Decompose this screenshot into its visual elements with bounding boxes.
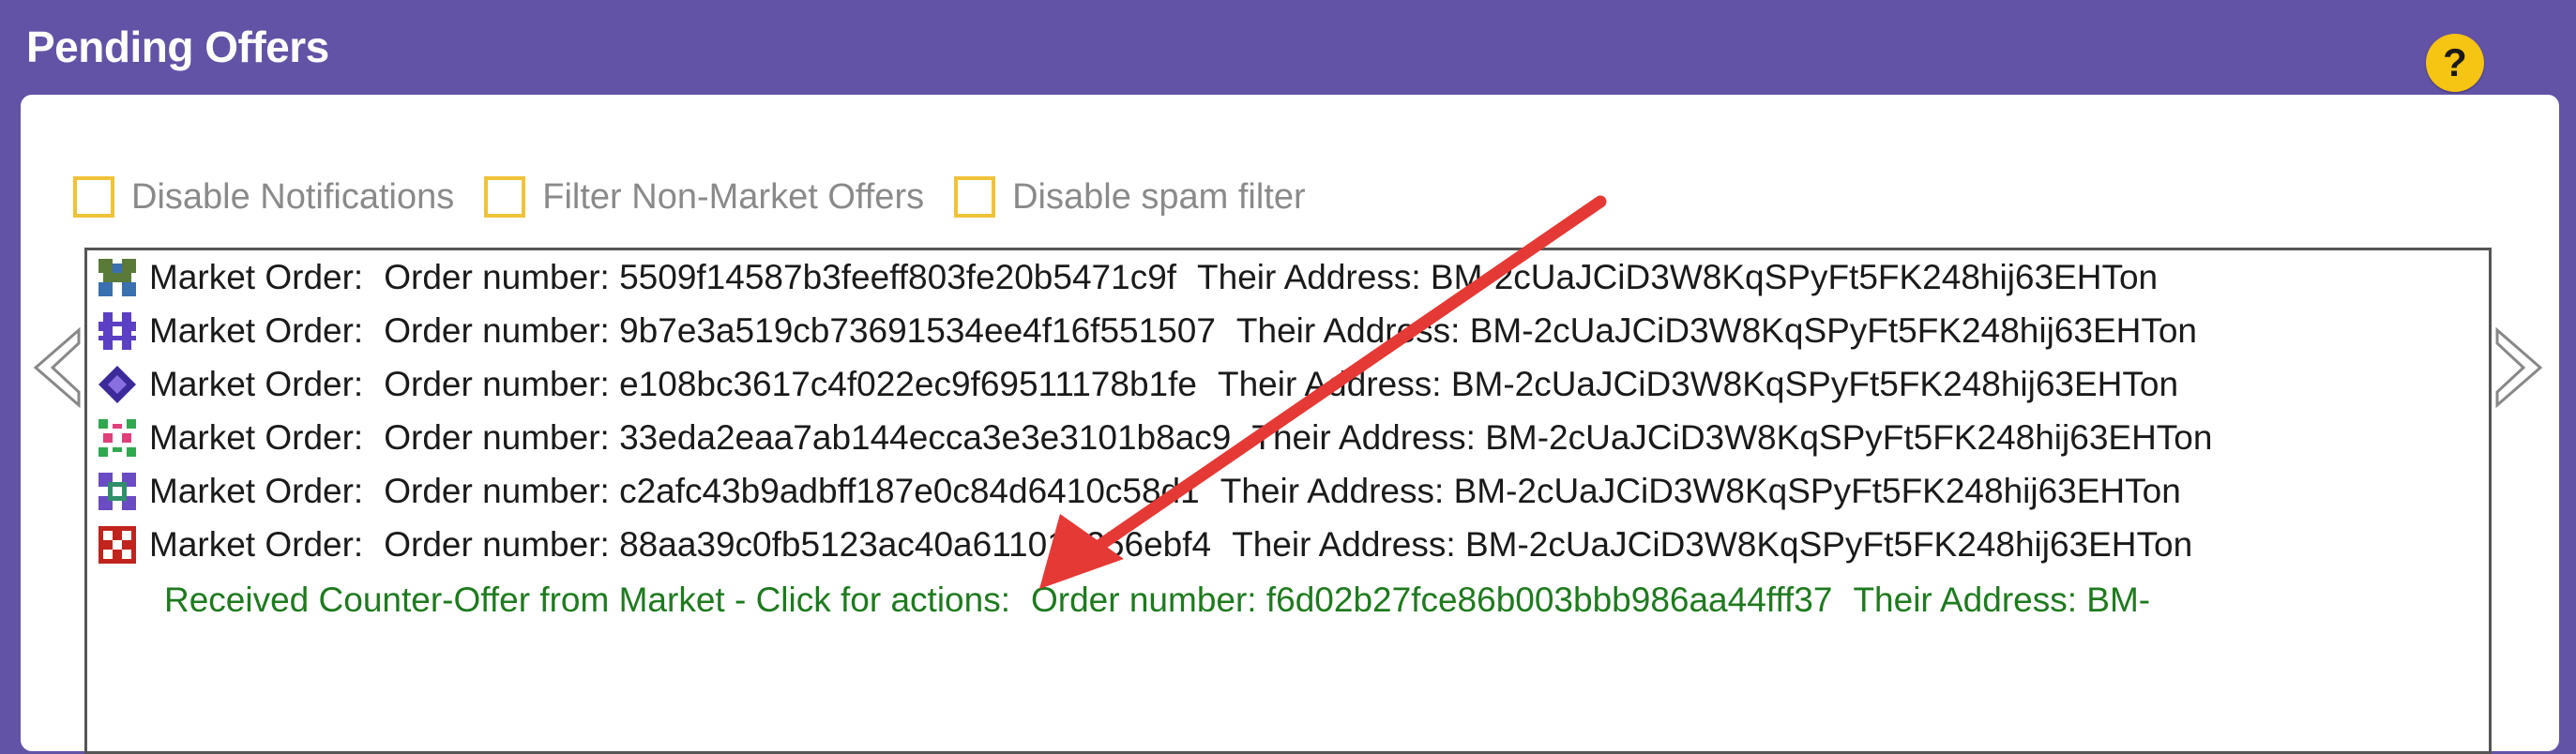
order-number-label: Order number: [384,417,610,457]
order-number-label: Order number: [1030,580,1257,619]
offer-type: Market Order: [149,310,364,350]
offer-type: Market Order: [149,257,364,296]
identicon-icon [98,311,136,350]
offer-type: Market Order: [149,364,364,403]
offer-type: Market Order: [149,417,364,457]
order-number-label: Order number: [384,524,610,564]
order-number: c2afc43b9adbff187e0c84d6410c58d1 [619,471,1200,510]
order-number: 88aa39c0fb5123ac40a611018256ebf4 [619,524,1212,564]
filter-non-market-label: Filter Non-Market Offers [542,176,925,217]
order-number: f6d02b27fce86b003bbb986aa44fff37 [1265,580,1833,619]
page-title: Pending Offers [26,23,329,71]
identicon-icon [98,472,136,510]
question-icon: ? [2443,40,2467,84]
identicon-icon [98,525,136,564]
identicon-icon [98,258,136,296]
disable-spam-filter-checkbox[interactable] [954,176,996,218]
disable-spam-filter-label: Disable spam filter [1012,176,1306,217]
offer-type: Market Order: [149,471,364,510]
disable-notifications-checkbox[interactable] [73,176,114,218]
counter-offer-row[interactable]: Received Counter-Offer from Market - Cli… [87,573,2489,626]
address-label: Their Address: [1197,257,1421,296]
their-address: BM-2cUaJCiD3W8KqSPyFt5FK248hij63EHTon [1453,471,2181,510]
offer-row[interactable]: Market Order: Order number: e108bc3617c4… [87,357,2489,411]
offer-row[interactable]: Market Order: Order number: c2afc43b9adb… [87,464,2489,518]
their-address: BM-2cUaJCiD3W8KqSPyFt5FK248hij63EHTon [1485,417,2213,457]
offer-row[interactable]: Market Order: Order number: 88aa39c0fb51… [87,518,2489,571]
order-number: 33eda2eaa7ab144ecca3e3e3101b8ac9 [619,417,1232,457]
filter-non-market-checkbox[interactable] [484,176,526,218]
order-number-label: Order number: [384,310,610,350]
their-address: BM-2cUaJCiD3W8KqSPyFt5FK248hij63EHTon [1450,364,2179,403]
help-button[interactable]: ? [2426,34,2484,92]
their-address: BM-2cUaJCiD3W8KqSPyFt5FK248hij63EHTon [1469,310,2197,350]
address-label: Their Address: [1232,524,1456,564]
filter-options: Disable Notifications Filter Non-Market … [73,176,1336,218]
order-number: 9b7e3a519cb73691534ee4f16f551507 [619,310,1216,350]
order-number-label: Order number: [384,257,610,296]
their-address: BM-2cUaJCiD3W8KqSPyFt5FK248hij63EHTon [1430,257,2159,296]
chevron-right-icon[interactable] [2490,326,2546,409]
address-label: Their Address: [1251,417,1476,457]
offer-row[interactable]: Market Order: Order number: 33eda2eaa7ab… [87,411,2489,464]
offers-list[interactable]: Market Order: Order number: 5509f14587b3… [84,248,2492,754]
identicon-icon [98,365,136,403]
offer-type: Market Order: [149,524,364,564]
offer-row[interactable]: Market Order: Order number: 9b7e3a519cb7… [87,304,2489,357]
address-label: Their Address: [1217,364,1442,403]
their-address: BM- [2086,580,2151,619]
their-address: BM-2cUaJCiD3W8KqSPyFt5FK248hij63EHTon [1464,524,2193,564]
order-number: 5509f14587b3feeff803fe20b5471c9f [619,257,1177,296]
disable-spam-filter-option[interactable]: Disable spam filter [954,176,1306,218]
order-number: e108bc3617c4f022ec9f69511178b1fe [619,364,1197,403]
counter-offer-text: Received Counter-Offer from Market - Cli… [164,580,1010,619]
chevron-left-icon[interactable] [30,326,86,409]
address-label: Their Address: [1235,310,1461,350]
identicon-icon [98,418,136,457]
offer-row[interactable]: Market Order: Order number: 5509f14587b3… [87,250,2489,304]
filter-non-market-option[interactable]: Filter Non-Market Offers [484,176,924,218]
disable-notifications-option[interactable]: Disable Notifications [73,176,454,218]
order-number-label: Order number: [384,364,610,403]
address-label: Their Address: [1853,580,2078,619]
order-number-label: Order number: [384,471,610,510]
address-label: Their Address: [1220,471,1445,510]
disable-notifications-label: Disable Notifications [131,176,455,217]
